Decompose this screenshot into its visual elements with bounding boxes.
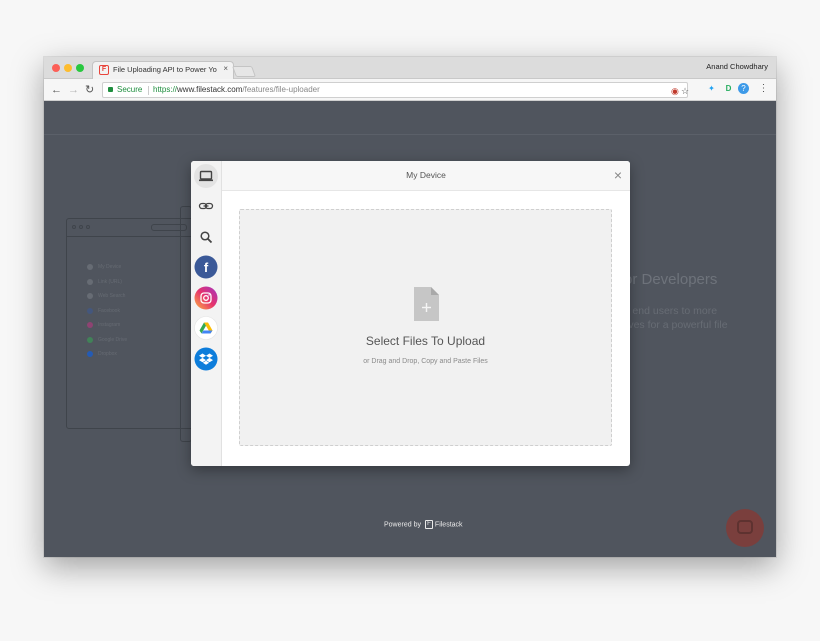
dropbox-icon xyxy=(194,347,218,371)
illustration-item-label: Dropbox xyxy=(98,351,117,357)
filestack-logo-icon: F xyxy=(424,520,433,529)
source-facebook[interactable]: f xyxy=(194,255,218,279)
dashlane-extension-icon[interactable]: D xyxy=(723,83,734,94)
section-text: r end users to more lves for a powerful … xyxy=(626,305,728,331)
close-dialog-button[interactable]: × xyxy=(614,167,622,183)
tab-title: File Uploading API to Power Yo xyxy=(113,65,217,74)
source-sidebar: f xyxy=(191,161,222,466)
minimize-window-button[interactable] xyxy=(64,64,72,72)
section-heading: or Developers xyxy=(624,271,718,288)
source-instagram[interactable] xyxy=(194,286,218,310)
help-extension-icon[interactable]: ? xyxy=(738,83,749,94)
source-dropbox[interactable] xyxy=(194,347,218,371)
source-link[interactable] xyxy=(194,194,218,218)
tab-close-icon[interactable]: × xyxy=(223,64,228,73)
illustration-item-icon xyxy=(87,336,93,343)
illustration-item-icon xyxy=(87,264,93,270)
illustration-item-icon xyxy=(87,293,93,299)
chat-widget-button[interactable] xyxy=(726,509,764,547)
dialog-header: My Device × xyxy=(222,161,630,191)
source-google-drive[interactable] xyxy=(194,316,218,340)
close-window-button[interactable] xyxy=(52,64,60,72)
maximize-window-button[interactable] xyxy=(76,64,84,72)
browser-window: F File Uploading API to Power Yo × Anand… xyxy=(44,57,776,557)
instagram-icon xyxy=(194,286,218,310)
drop-zone-subtitle: or Drag and Drop, Copy and Paste Files xyxy=(363,358,488,365)
illustration-item-label: Google Drive xyxy=(98,336,128,343)
filestack-favicon-icon: F xyxy=(99,65,109,75)
illustration-item-icon xyxy=(87,322,93,328)
bookmark-star-icon[interactable]: ☆ xyxy=(681,86,689,96)
forward-button[interactable]: → xyxy=(68,83,79,97)
illustration-item-label: Facebook xyxy=(98,307,120,314)
illustration-item-label: Instagram xyxy=(98,322,121,328)
illustration-item-label: Web Search xyxy=(98,293,126,299)
powered-by[interactable]: Powered by F Filestack xyxy=(384,520,463,529)
illustration-item-icon xyxy=(87,307,93,314)
file-picker-dialog: f My Device × Select Files To Upload or … xyxy=(191,161,630,466)
svg-text:f: f xyxy=(204,260,209,275)
menu-icon[interactable]: ⋮ xyxy=(758,83,769,94)
google-drive-icon xyxy=(194,316,218,340)
tab-strip: F File Uploading API to Power Yo × Anand… xyxy=(44,57,776,79)
reload-button[interactable]: ↻ xyxy=(85,83,94,97)
illustration-item-icon xyxy=(87,278,93,285)
profile-name[interactable]: Anand Chowdhary xyxy=(706,62,768,71)
browser-tab[interactable]: F File Uploading API to Power Yo × xyxy=(92,61,234,79)
back-button[interactable]: ← xyxy=(51,83,62,97)
dialog-title: My Device xyxy=(406,170,446,180)
illustration-window: My Device Link (URL) Web Search Facebook Ins… xyxy=(66,218,196,429)
search-icon xyxy=(200,231,213,244)
browser-toolbar: ← → ↻ Secure https://www.filestack.com/f… xyxy=(44,79,776,101)
drop-zone-title: Select Files To Upload xyxy=(365,334,486,348)
secure-label: Secure xyxy=(117,85,143,94)
chat-icon xyxy=(737,520,753,534)
new-tab-button[interactable] xyxy=(231,66,257,77)
page-content: My Device Link (URL) Web Search Facebook Ins… xyxy=(44,101,776,557)
laptop-icon xyxy=(199,170,213,182)
lock-icon xyxy=(108,87,113,92)
url-text[interactable]: https://www.filestack.com/features/file-… xyxy=(153,85,320,94)
source-my-device[interactable] xyxy=(194,164,218,188)
link-icon xyxy=(198,202,214,210)
file-add-icon xyxy=(414,287,439,321)
blocked-content-icon[interactable]: ◉ xyxy=(671,86,679,96)
address-bar[interactable]: Secure https://www.filestack.com/feature… xyxy=(102,82,689,98)
illustration-item-label: Link (URL) xyxy=(98,278,122,285)
illustration-item-icon xyxy=(87,351,93,357)
illustration-item-label: My Device xyxy=(98,264,122,270)
file-drop-zone[interactable]: Select Files To Upload or Drag and Drop,… xyxy=(239,209,612,446)
source-web-search[interactable] xyxy=(194,225,218,249)
twitter-extension-icon[interactable]: ✦ xyxy=(706,83,717,94)
facebook-icon: f xyxy=(194,255,218,279)
